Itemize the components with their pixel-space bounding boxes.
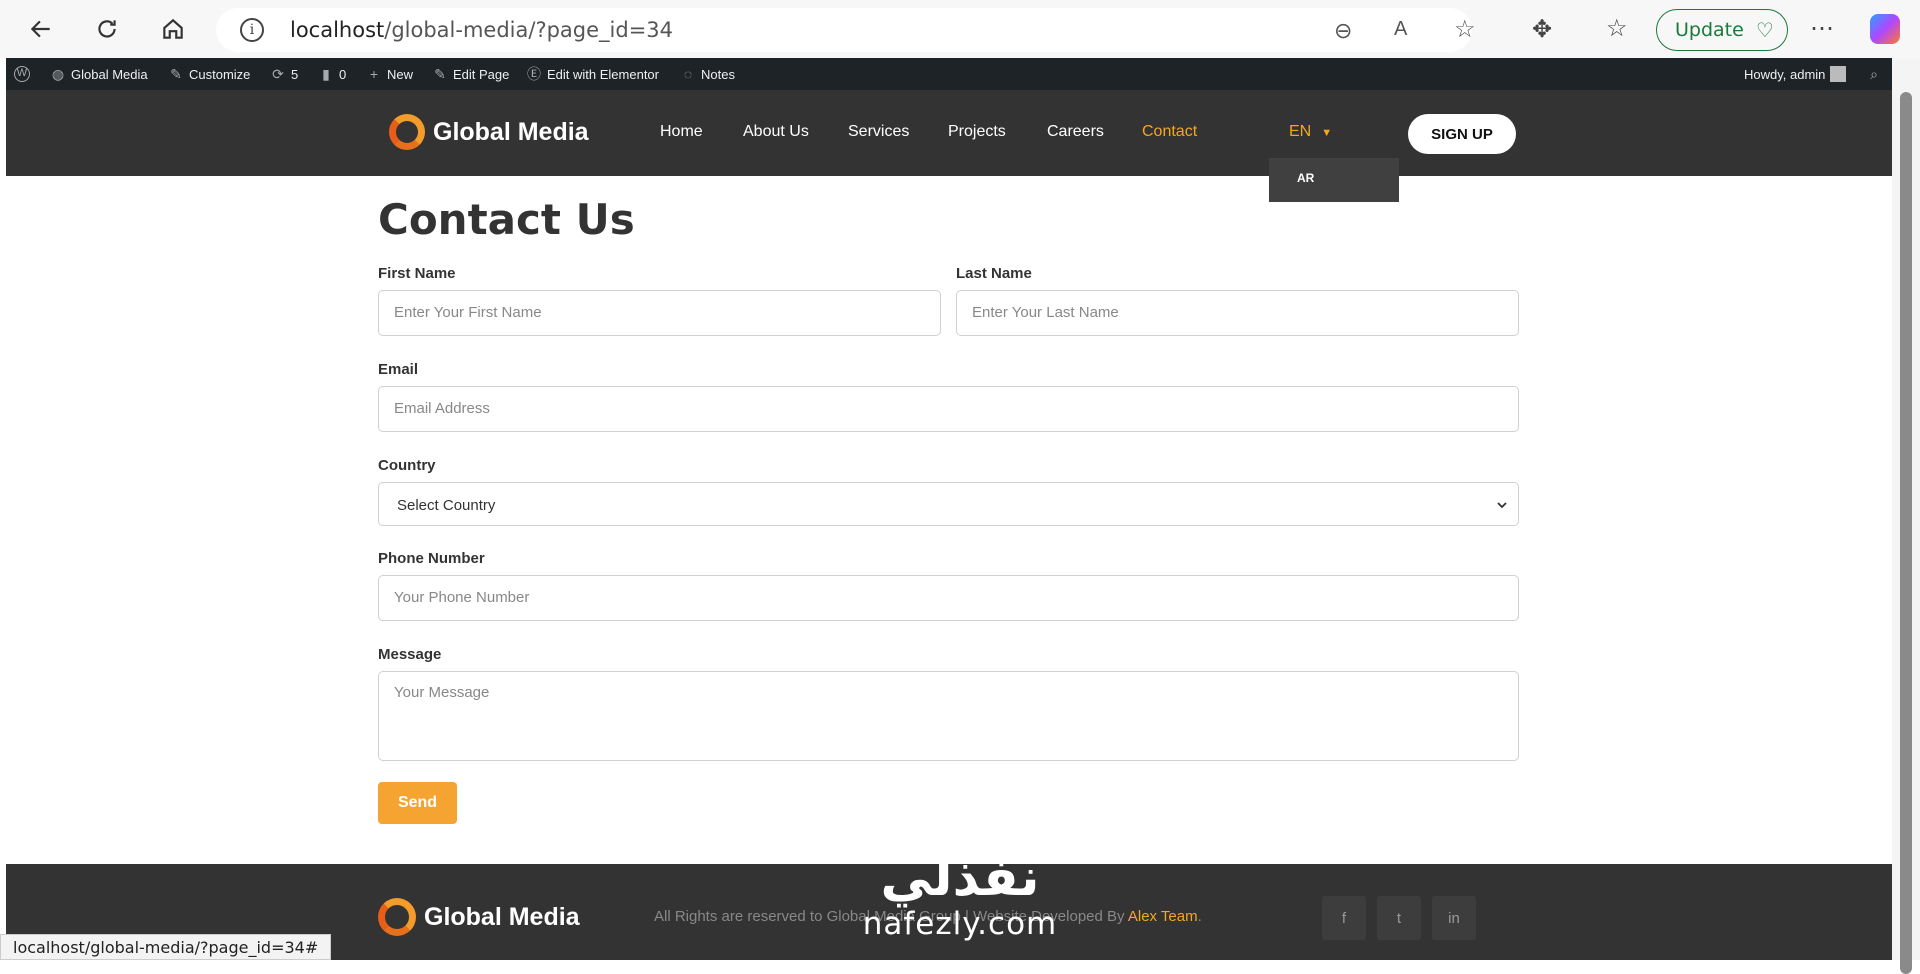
scroll-thumb[interactable] — [1900, 92, 1912, 974]
email-input[interactable]: Email Address — [378, 386, 1519, 432]
email-label: Email — [378, 361, 419, 378]
url-host: localhost — [290, 18, 385, 42]
wp-comments[interactable]: ▮ 0 — [318, 66, 346, 82]
wp-howdy[interactable]: Howdy, admin — [1744, 66, 1847, 82]
brush-icon: ✎ — [170, 66, 182, 82]
caret-down-icon: ▼ — [1321, 127, 1333, 139]
address-text[interactable]: localhost/global-media/?page_id=34 — [290, 18, 673, 42]
last-name-label: Last Name — [956, 265, 1032, 282]
wp-updates[interactable]: ⟳ 5 — [270, 66, 298, 82]
wp-notes-label: Notes — [701, 66, 735, 82]
footer-developer-link[interactable]: Alex Team — [1128, 908, 1198, 925]
notes-icon: ◌ — [683, 66, 693, 82]
site-header: Global Media Home About Us Services Proj… — [6, 90, 1892, 176]
nav-services[interactable]: Services — [848, 123, 909, 141]
url-path: /global-media/?page_id=34 — [384, 18, 674, 42]
wp-notes[interactable]: ◌ Notes — [680, 66, 735, 82]
wp-new-label: New — [387, 66, 414, 82]
signup-button[interactable]: SIGN UP — [1408, 114, 1516, 154]
back-arrow-icon — [30, 20, 50, 38]
wp-admin-bar: W ◍ Global Media ✎ Customize ⟳ 5 ▮ 0 + New ✎ E… — [6, 58, 1892, 90]
country-select[interactable]: Select Country — [378, 482, 1519, 526]
language-dropdown-option-ar[interactable]: AR — [1269, 158, 1399, 202]
message-textarea[interactable]: Your Message — [378, 671, 1519, 761]
read-aloud-icon[interactable]: A — [1394, 18, 1407, 41]
country-label: Country — [378, 457, 436, 474]
extensions-icon[interactable]: ✥ — [1532, 15, 1552, 44]
footer-logo[interactable]: Global Media — [378, 898, 580, 936]
nav-careers[interactable]: Careers — [1047, 123, 1104, 141]
scrollbar[interactable] — [1892, 58, 1920, 974]
more-menu-icon[interactable]: ⋯ — [1810, 14, 1834, 43]
browser-toolbar: i localhost/global-media/?page_id=34 ⊖ A… — [0, 0, 1920, 58]
wp-logo-icon[interactable]: W — [14, 66, 30, 82]
pencil-icon: ✎ — [434, 66, 446, 82]
wp-customize-label: Customize — [189, 66, 251, 82]
facebook-icon[interactable]: f — [1322, 896, 1366, 940]
wp-new[interactable]: + New — [366, 66, 413, 82]
wp-site-name-label: Global Media — [71, 66, 148, 82]
wp-comments-count: 0 — [339, 66, 347, 82]
wp-site-name[interactable]: ◍ Global Media — [50, 66, 148, 82]
zoom-icon[interactable]: ⊖ — [1334, 18, 1352, 44]
address-bar[interactable]: i localhost/global-media/?page_id=34 ⊖ A… — [216, 8, 1476, 52]
logo-ring-icon — [378, 898, 416, 936]
wp-edit-elementor[interactable]: Ⓔ Edit with Elementor — [526, 66, 659, 82]
country-select-value: Select Country — [397, 497, 496, 514]
wp-edit-page[interactable]: ✎ Edit Page — [432, 66, 509, 82]
last-name-input[interactable]: Enter Your Last Name — [956, 290, 1519, 336]
linkedin-icon[interactable]: in — [1432, 896, 1476, 940]
nav-home[interactable]: Home — [660, 123, 703, 141]
elementor-icon: Ⓔ — [527, 66, 541, 82]
first-name-input[interactable]: Enter Your First Name — [378, 290, 941, 336]
wp-updates-count: 5 — [291, 66, 299, 82]
chevron-down-icon — [1497, 502, 1507, 509]
footer-rights-suffix: . — [1197, 908, 1202, 925]
plus-icon: + — [369, 66, 379, 82]
heart-health-icon: ♡ — [1755, 18, 1774, 42]
message-label: Message — [378, 646, 442, 663]
reload-button[interactable] — [88, 10, 126, 48]
reload-icon — [98, 20, 116, 38]
twitter-icon[interactable]: t — [1377, 896, 1421, 940]
back-button[interactable] — [22, 10, 60, 48]
phone-input[interactable]: Your Phone Number — [378, 575, 1519, 621]
phone-label: Phone Number — [378, 550, 485, 567]
home-icon — [163, 18, 183, 39]
nav-about[interactable]: About Us — [743, 123, 809, 141]
nav-projects[interactable]: Projects — [948, 123, 1006, 141]
first-name-label: First Name — [378, 265, 456, 282]
dashboard-icon: ◍ — [51, 66, 65, 82]
copilot-icon[interactable] — [1870, 14, 1900, 44]
send-button[interactable]: Send — [378, 782, 457, 824]
status-bar-url: localhost/global-media/?page_id=34# — [0, 934, 332, 960]
wp-edit-elementor-label: Edit with Elementor — [547, 66, 659, 82]
wp-edit-page-label: Edit Page — [453, 66, 510, 82]
favorite-star-icon[interactable]: ☆ — [1454, 15, 1476, 44]
logo-ring-icon — [389, 114, 425, 150]
lang-current: EN — [1289, 123, 1312, 140]
wp-search-icon[interactable]: ⌕ — [1866, 66, 1882, 82]
favorites-icon[interactable]: ☆ — [1606, 14, 1628, 43]
wp-howdy-label: Howdy, admin — [1744, 66, 1826, 82]
comment-icon: ▮ — [322, 66, 330, 82]
updates-icon: ⟳ — [272, 66, 284, 82]
watermark: نفذلي nafezly.com — [850, 850, 1070, 942]
home-button[interactable] — [154, 10, 192, 48]
site-logo[interactable]: Global Media — [389, 114, 589, 150]
footer-logo-text: Global Media — [424, 902, 580, 931]
watermark-latin: nafezly.com — [862, 906, 1058, 942]
update-button[interactable]: Update ♡ — [1656, 9, 1788, 51]
page-title: Contact Us — [378, 195, 635, 244]
logo-text: Global Media — [433, 117, 589, 146]
avatar — [1830, 66, 1847, 82]
wp-customize[interactable]: ✎ Customize — [168, 66, 250, 82]
update-label: Update — [1675, 19, 1744, 41]
watermark-arabic: نفذلي — [880, 848, 1040, 908]
language-switcher[interactable]: EN ▼ — [1289, 123, 1332, 141]
nav-contact[interactable]: Contact — [1142, 123, 1197, 141]
site-info-icon[interactable]: i — [240, 18, 264, 42]
